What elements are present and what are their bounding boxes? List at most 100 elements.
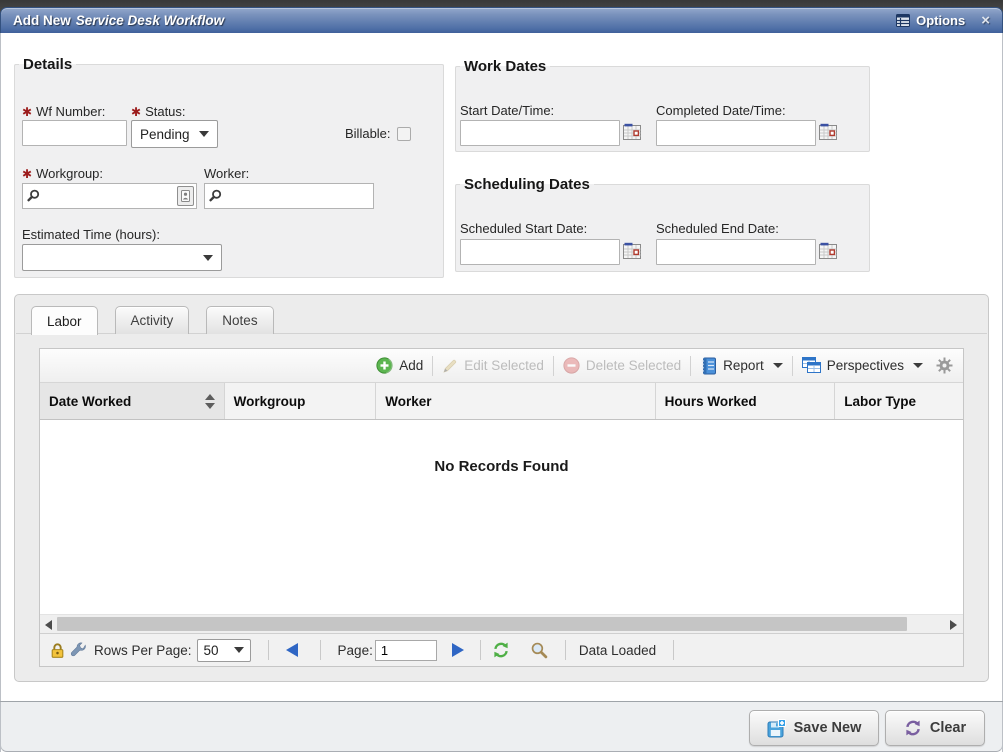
work-dates-section: Work Dates Start Date/Time: Completed Da… bbox=[455, 58, 870, 152]
completed-datetime-input[interactable] bbox=[656, 120, 816, 146]
start-date-calendar-button[interactable] bbox=[623, 123, 642, 142]
contact-card-icon bbox=[181, 190, 190, 202]
completed-datetime-label: Completed Date/Time: bbox=[656, 103, 786, 118]
pager-separator bbox=[320, 640, 321, 660]
next-page-icon[interactable] bbox=[452, 643, 464, 657]
status-select[interactable]: Pending bbox=[131, 120, 218, 148]
details-legend: Details bbox=[19, 56, 76, 73]
options-label: Options bbox=[916, 13, 965, 28]
estimated-time-select[interactable] bbox=[22, 244, 222, 271]
scheduled-start-calendar-button[interactable] bbox=[623, 242, 642, 261]
rows-per-page-select[interactable]: 50 bbox=[197, 639, 251, 662]
calendar-icon bbox=[819, 123, 838, 141]
required-marker: ✱ bbox=[22, 167, 32, 181]
tab-panel-container: Labor Activity Notes Add bbox=[14, 294, 989, 682]
add-button[interactable]: Add bbox=[376, 357, 423, 374]
status-value: Pending bbox=[140, 127, 190, 142]
horizontal-scrollbar bbox=[40, 614, 963, 633]
grid-body: No Records Found bbox=[40, 420, 963, 614]
start-datetime-input[interactable] bbox=[460, 120, 620, 146]
toolbar-separator bbox=[432, 356, 433, 376]
wrench-icon[interactable] bbox=[70, 642, 87, 659]
calendar-icon bbox=[623, 242, 642, 260]
tab-notes[interactable]: Notes bbox=[206, 306, 273, 334]
refresh-icon[interactable] bbox=[492, 641, 510, 659]
search-icon bbox=[209, 189, 222, 202]
clear-button[interactable]: Clear bbox=[885, 710, 985, 746]
wf-number-input[interactable] bbox=[22, 120, 127, 146]
pager-status-text: Data Loaded bbox=[579, 643, 656, 658]
column-header-worker[interactable]: Worker bbox=[376, 383, 655, 419]
scheduled-end-input[interactable] bbox=[656, 239, 816, 265]
close-icon[interactable]: × bbox=[981, 13, 990, 28]
search-icon bbox=[27, 189, 40, 202]
chevron-down-icon bbox=[913, 363, 923, 368]
workgroup-picker-button[interactable] bbox=[177, 186, 194, 206]
lock-icon[interactable] bbox=[49, 642, 66, 659]
required-marker: ✱ bbox=[22, 105, 32, 119]
scheduling-dates-section: Scheduling Dates Scheduled Start Date: S… bbox=[455, 176, 870, 272]
workgroup-search-input[interactable] bbox=[22, 183, 197, 209]
save-disk-icon bbox=[767, 719, 786, 738]
billable-label: Billable: bbox=[345, 126, 391, 141]
grid-pager: Rows Per Page: 50 Page: bbox=[40, 633, 963, 666]
rows-per-page-value: 50 bbox=[204, 643, 219, 658]
required-marker: ✱ bbox=[131, 105, 141, 119]
column-header-hours-worked[interactable]: Hours Worked bbox=[656, 383, 836, 419]
pager-separator bbox=[673, 640, 674, 660]
scroll-right-arrow-icon[interactable] bbox=[950, 620, 957, 630]
calendar-icon bbox=[623, 123, 642, 141]
column-header-workgroup[interactable]: Workgroup bbox=[225, 383, 377, 419]
chevron-down-icon bbox=[203, 255, 213, 261]
report-button[interactable]: Report bbox=[700, 357, 783, 375]
toolbar-separator bbox=[690, 356, 691, 376]
scheduled-start-input[interactable] bbox=[460, 239, 620, 265]
pager-separator bbox=[268, 640, 269, 660]
sort-icon[interactable] bbox=[205, 394, 215, 409]
worker-field bbox=[204, 183, 374, 209]
pager-separator bbox=[565, 640, 566, 660]
scheduled-end-calendar-button[interactable] bbox=[819, 242, 838, 261]
gear-icon[interactable] bbox=[936, 357, 953, 374]
perspectives-button[interactable]: Perspectives bbox=[802, 357, 923, 374]
tab-labor[interactable]: Labor bbox=[31, 306, 98, 335]
previous-page-icon[interactable] bbox=[286, 643, 298, 657]
title-entity: Service Desk Workflow bbox=[76, 13, 224, 28]
labor-grid: Add Edit Selected Delete Selec bbox=[39, 348, 964, 667]
page-number-input[interactable] bbox=[375, 640, 437, 661]
toolbar-separator bbox=[553, 356, 554, 376]
clear-refresh-icon bbox=[904, 719, 922, 737]
chevron-down-icon bbox=[773, 363, 783, 368]
grid-header-row: Date Worked Workgroup Worker Hours Worke… bbox=[40, 383, 963, 420]
edit-selected-button[interactable]: Edit Selected bbox=[442, 358, 544, 374]
plus-circle-icon bbox=[376, 357, 393, 374]
chevron-down-icon bbox=[234, 647, 244, 653]
scheduled-start-label: Scheduled Start Date: bbox=[460, 221, 587, 236]
column-header-date-worked[interactable]: Date Worked bbox=[40, 383, 225, 419]
grid-toolbar: Add Edit Selected Delete Selec bbox=[40, 349, 963, 383]
minus-circle-icon bbox=[563, 357, 580, 374]
save-new-button[interactable]: Save New bbox=[749, 710, 879, 746]
tab-strip: Labor Activity Notes bbox=[16, 306, 987, 334]
scheduling-dates-legend: Scheduling Dates bbox=[460, 176, 594, 193]
workgroup-field bbox=[22, 183, 197, 209]
delete-selected-button[interactable]: Delete Selected bbox=[563, 357, 681, 374]
pager-separator bbox=[480, 640, 481, 660]
estimated-time-label: Estimated Time (hours): bbox=[22, 227, 160, 242]
billable-checkbox[interactable] bbox=[397, 127, 411, 141]
scroll-left-arrow-icon[interactable] bbox=[45, 620, 52, 630]
zoom-search-icon[interactable] bbox=[530, 641, 548, 659]
worker-search-input[interactable] bbox=[204, 183, 374, 209]
pencil-icon bbox=[442, 358, 458, 374]
tab-activity[interactable]: Activity bbox=[115, 306, 190, 334]
column-header-labor-type[interactable]: Labor Type bbox=[835, 383, 963, 419]
dialog-footer: Save New Clear bbox=[0, 702, 1003, 752]
details-section: Details ✱Wf Number: ✱Status: Pending Bil… bbox=[14, 56, 444, 278]
work-dates-legend: Work Dates bbox=[460, 58, 550, 75]
workgroup-label: ✱Workgroup: bbox=[22, 166, 103, 181]
scrollbar-thumb[interactable] bbox=[57, 617, 907, 631]
empty-records-message: No Records Found bbox=[40, 458, 963, 475]
completed-date-calendar-button[interactable] bbox=[819, 123, 838, 142]
options-button[interactable]: Options bbox=[896, 13, 965, 28]
status-label: ✱Status: bbox=[131, 104, 186, 119]
